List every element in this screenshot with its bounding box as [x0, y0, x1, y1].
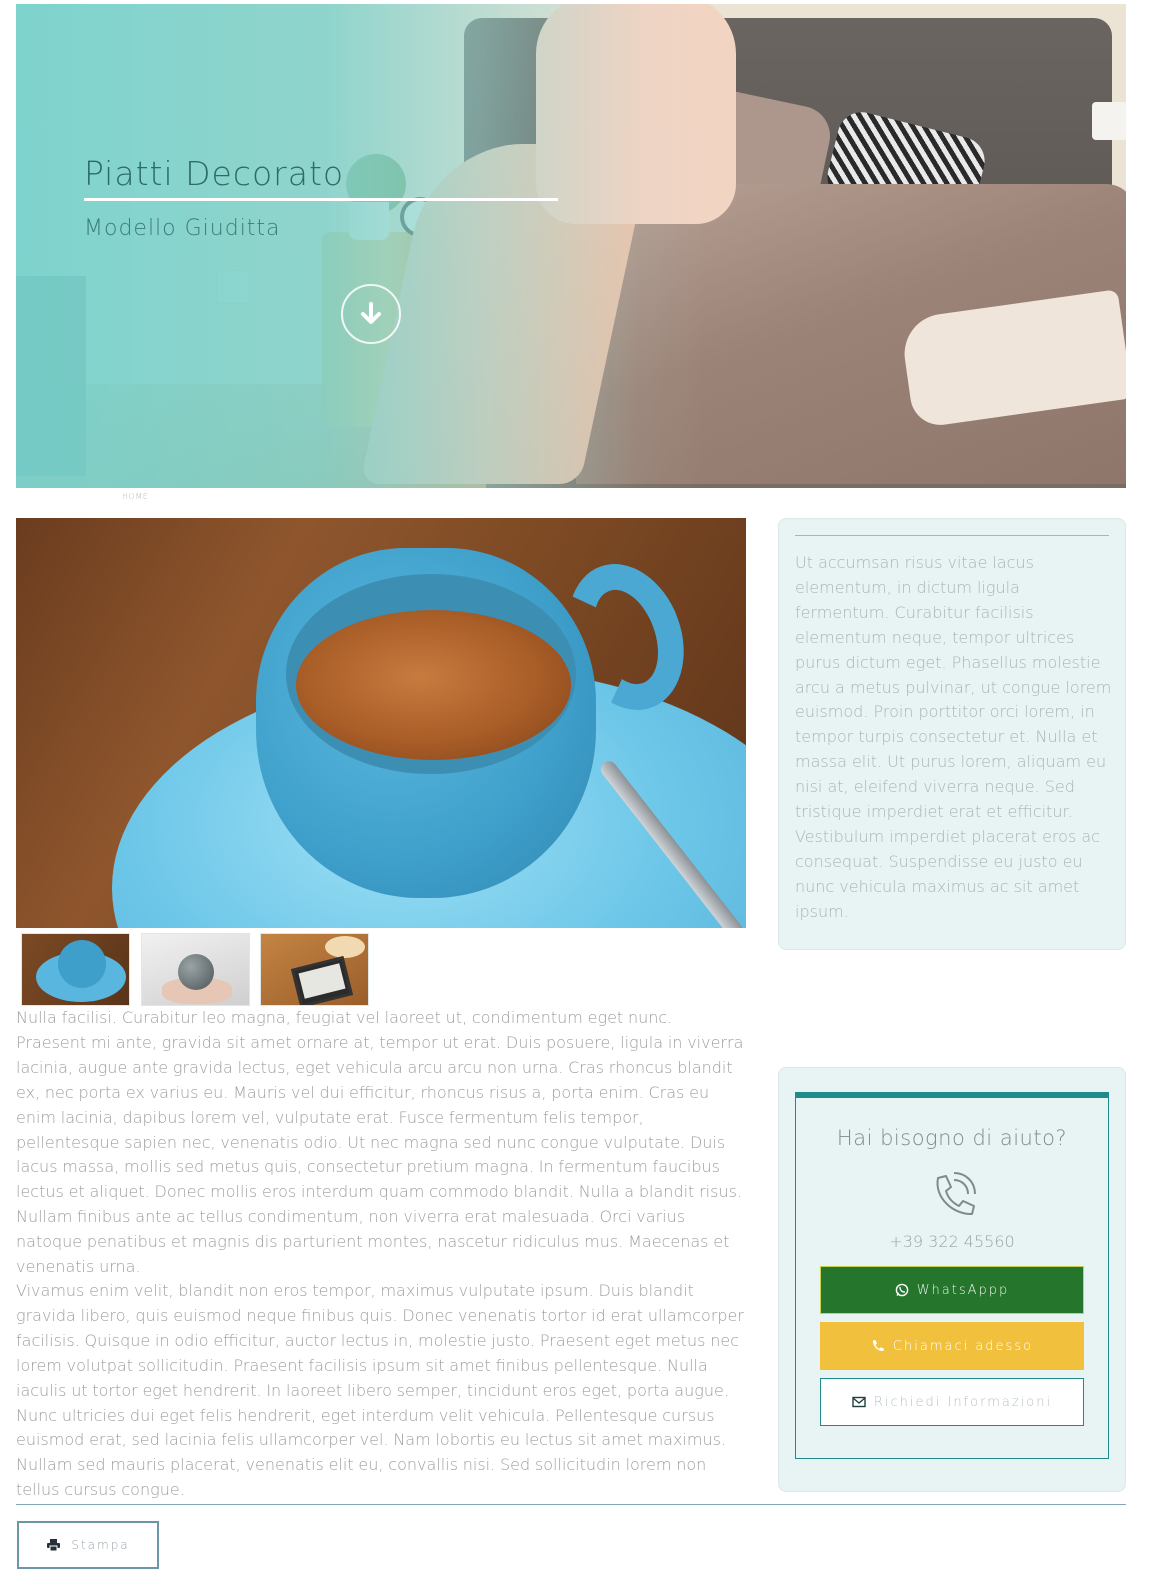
sidebar-description-card: Ut accumsan risus vitae lacus elementum,…	[778, 518, 1126, 950]
photo-coffee	[296, 610, 571, 760]
thumb-ball	[178, 954, 214, 990]
phone-icon	[936, 1172, 976, 1216]
footer-divider	[16, 1504, 1126, 1505]
breadcrumb-home[interactable]: HOME	[122, 492, 148, 501]
thumb-cup	[58, 940, 106, 988]
request-info-button[interactable]: Richiedi Informazioni	[820, 1378, 1084, 1426]
gallery-thumbnail-1[interactable]	[21, 933, 130, 1006]
help-title: Hai bisogno di aiuto?	[836, 1126, 1068, 1150]
sidebar-divider	[795, 535, 1109, 536]
hero-color-overlay	[16, 4, 1126, 488]
whatsapp-button[interactable]: WhatsAppp	[820, 1266, 1084, 1314]
request-info-button-label: Richiedi Informazioni	[873, 1394, 1053, 1410]
printer-icon	[47, 1539, 61, 1552]
print-button-label: Stampa	[71, 1538, 130, 1552]
print-button[interactable]: Stampa	[17, 1521, 159, 1569]
description-paragraph-1: Nulla facilisi. Curabitur leo magna, feu…	[16, 1008, 744, 1277]
phone-icon	[872, 1340, 884, 1352]
help-card: Hai bisogno di aiuto? +39 322 45560 What…	[778, 1067, 1126, 1492]
description-paragraph-2: Vivamus enim velit, blandit non eros tem…	[16, 1281, 744, 1500]
hero-title: Piatti Decorato	[84, 154, 345, 193]
help-card-frame: Hai bisogno di aiuto? +39 322 45560 What…	[795, 1092, 1109, 1459]
hero-banner: Piatti Decorato Modello Giuditta	[16, 4, 1126, 488]
call-now-button-label: Chiamaci adesso	[892, 1338, 1034, 1354]
whatsapp-button-label: WhatsAppp	[916, 1282, 1010, 1298]
whatsapp-icon	[895, 1283, 909, 1297]
product-main-image[interactable]	[16, 518, 746, 928]
call-now-button[interactable]: Chiamaci adesso	[820, 1322, 1084, 1370]
thumb-donuts	[325, 936, 365, 958]
arrow-down-circle-icon	[361, 302, 381, 324]
gallery-thumbnail-2[interactable]	[141, 933, 250, 1006]
sidebar-description-text: Ut accumsan risus vitae lacus elementum,…	[795, 553, 1112, 921]
gallery-thumbnail-3[interactable]	[260, 933, 369, 1006]
hero-subtitle: Modello Giuditta	[84, 216, 281, 241]
envelope-icon	[852, 1396, 866, 1408]
hero-title-underline	[84, 198, 558, 201]
scroll-down-button[interactable]	[341, 284, 401, 344]
phone-number[interactable]: +39 322 45560	[796, 1232, 1108, 1251]
